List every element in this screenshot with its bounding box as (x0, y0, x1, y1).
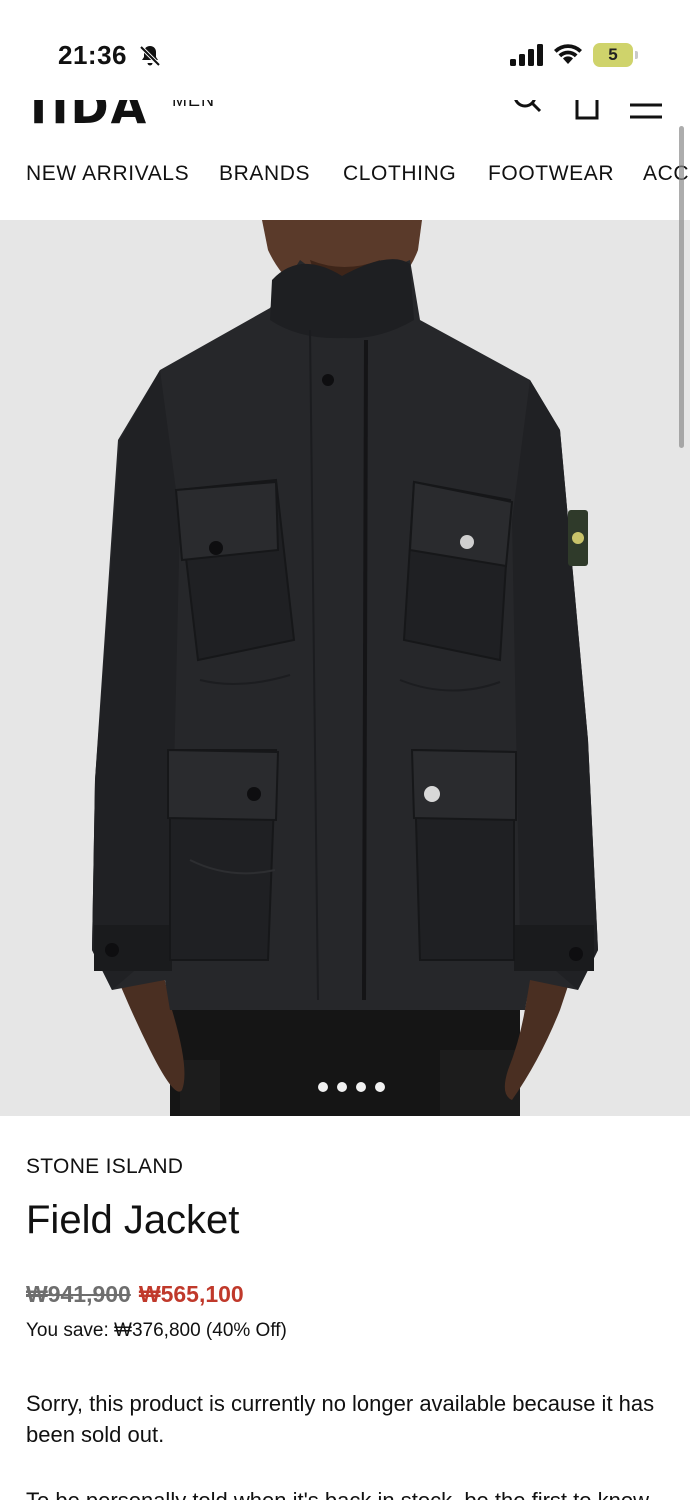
sale-price: ₩565,100 (138, 1281, 244, 1307)
nav-item-footwear[interactable]: FOOTWEAR (488, 162, 614, 186)
site-header: ПDA MEN (0, 100, 690, 130)
nav-item-clothing[interactable]: CLOTHING (343, 162, 456, 186)
battery-tip (635, 51, 638, 59)
nav-item-new-arrivals[interactable]: NEW ARRIVALS (26, 162, 189, 186)
restock-notice-text: To be personally told when it's back in … (26, 1488, 666, 1500)
wifi-icon (554, 44, 582, 64)
site-logo[interactable]: ПDA (30, 100, 148, 130)
jacket-illustration (92, 220, 598, 1116)
carousel-dot[interactable] (356, 1082, 366, 1092)
product-page: 21:36 5 ПDA MEN NEW ARRIVALS BRANDS CLOT… (0, 0, 690, 1500)
product-image[interactable] (0, 220, 690, 1116)
carousel-dot[interactable] (318, 1082, 328, 1092)
page-scrollbar[interactable] (679, 126, 684, 448)
sold-out-message: Sorry, this product is currently no long… (26, 1391, 655, 1447)
price-row: ₩941,900 ₩565,100 (26, 1281, 244, 1308)
carousel-dot[interactable] (375, 1082, 385, 1092)
signal-icon (510, 44, 543, 66)
bag-icon[interactable] (574, 100, 600, 122)
status-bar: 21:36 5 (0, 0, 690, 100)
product-title: Field Jacket (26, 1198, 240, 1242)
battery-indicator: 5 (593, 43, 633, 67)
menu-icon[interactable] (628, 100, 664, 122)
image-carousel-dots[interactable] (318, 1082, 385, 1094)
battery-level: 5 (608, 45, 618, 64)
bell-muted-icon (139, 45, 161, 67)
carousel-dot[interactable] (337, 1082, 347, 1092)
nav-item-brands[interactable]: BRANDS (219, 162, 310, 186)
category-nav: NEW ARRIVALS BRANDS CLOTHING FOOTWEAR AC… (0, 130, 690, 220)
gender-link-men[interactable]: MEN (172, 100, 215, 111)
savings-text: You save: ₩376,800 (40% Off) (26, 1320, 287, 1341)
product-brand[interactable]: STONE ISLAND (26, 1155, 183, 1179)
search-icon[interactable] (512, 100, 542, 122)
status-time: 21:36 (58, 40, 127, 70)
original-price: ₩941,900 (26, 1281, 131, 1307)
